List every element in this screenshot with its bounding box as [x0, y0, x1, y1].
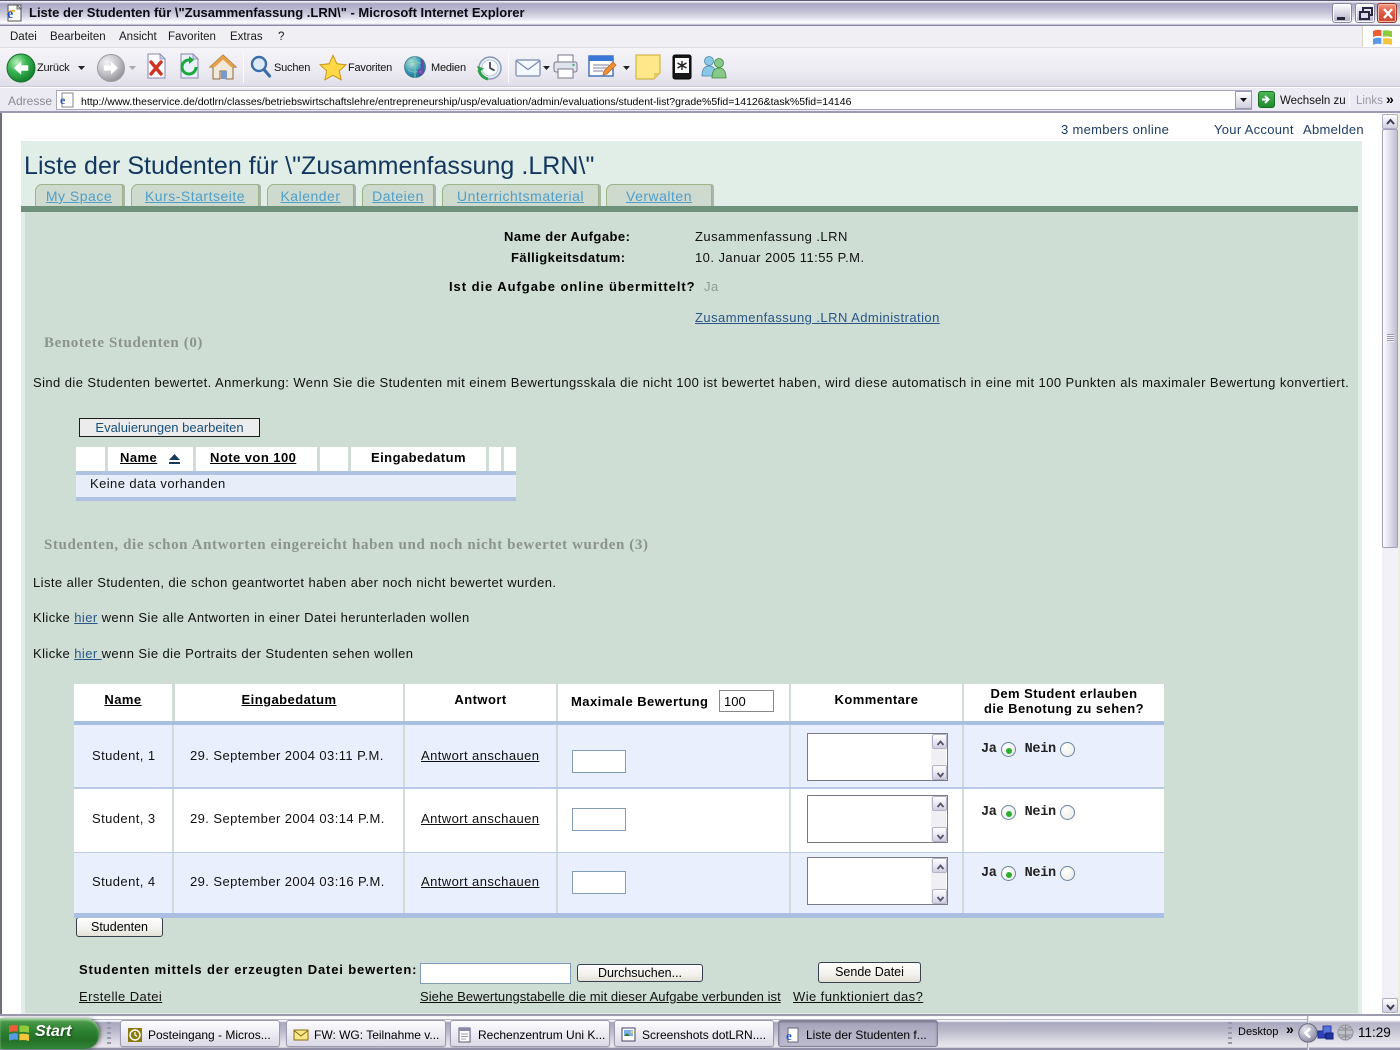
svg-text:e: e — [786, 1028, 792, 1043]
svg-text:e: e — [60, 93, 66, 107]
svg-text:e: e — [7, 7, 13, 22]
